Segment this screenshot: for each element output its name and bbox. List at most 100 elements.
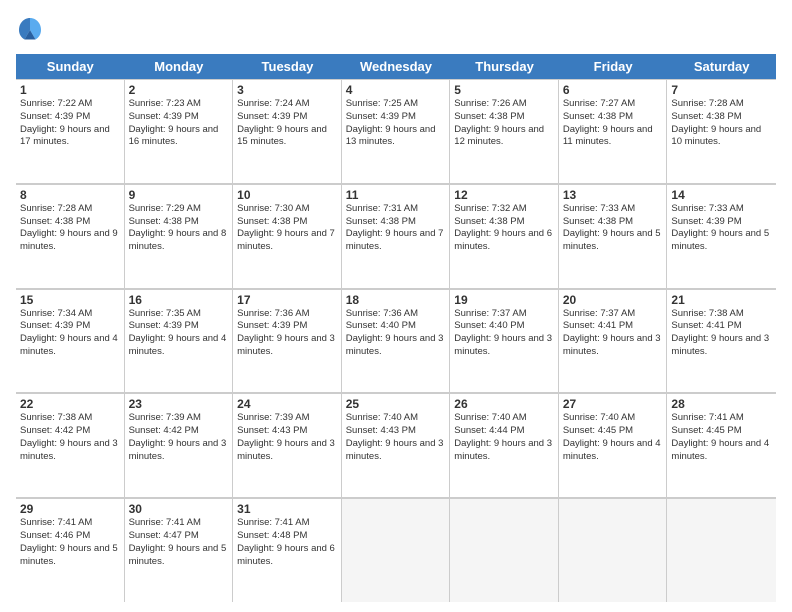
day-number: 9 (129, 188, 229, 202)
calendar-week-row: 22 Sunrise: 7:38 AM Sunset: 4:42 PM Dayl… (16, 393, 776, 498)
calendar-body: 1 Sunrise: 7:22 AM Sunset: 4:39 PM Dayli… (16, 79, 776, 602)
calendar-cell: 9 Sunrise: 7:29 AM Sunset: 4:38 PM Dayli… (125, 184, 234, 288)
sunrise-text: Sunrise: 7:33 AM (671, 203, 772, 216)
sunrise-text: Sunrise: 7:39 AM (237, 412, 337, 425)
day-number: 10 (237, 188, 337, 202)
daylight-text: Daylight: 9 hours and 15 minutes. (237, 124, 337, 150)
day-number: 11 (346, 188, 446, 202)
sunset-text: Sunset: 4:39 PM (20, 111, 120, 124)
day-number: 26 (454, 397, 554, 411)
calendar-cell: 14 Sunrise: 7:33 AM Sunset: 4:39 PM Dayl… (667, 184, 776, 288)
calendar-cell: 4 Sunrise: 7:25 AM Sunset: 4:39 PM Dayli… (342, 79, 451, 183)
sunrise-text: Sunrise: 7:41 AM (129, 517, 229, 530)
calendar-cell: 11 Sunrise: 7:31 AM Sunset: 4:38 PM Dayl… (342, 184, 451, 288)
day-number: 25 (346, 397, 446, 411)
day-number: 15 (20, 293, 120, 307)
sunrise-text: Sunrise: 7:39 AM (129, 412, 229, 425)
day-number: 8 (20, 188, 120, 202)
logo (16, 16, 48, 44)
calendar-cell: 1 Sunrise: 7:22 AM Sunset: 4:39 PM Dayli… (16, 79, 125, 183)
calendar-cell: 23 Sunrise: 7:39 AM Sunset: 4:42 PM Dayl… (125, 393, 234, 497)
calendar-cell: 29 Sunrise: 7:41 AM Sunset: 4:46 PM Dayl… (16, 498, 125, 602)
sunset-text: Sunset: 4:42 PM (20, 425, 120, 438)
calendar-cell: 10 Sunrise: 7:30 AM Sunset: 4:38 PM Dayl… (233, 184, 342, 288)
sunrise-text: Sunrise: 7:40 AM (346, 412, 446, 425)
daylight-text: Daylight: 9 hours and 4 minutes. (20, 333, 120, 359)
sunrise-text: Sunrise: 7:41 AM (237, 517, 337, 530)
day-number: 6 (563, 83, 663, 97)
sunset-text: Sunset: 4:42 PM (129, 425, 229, 438)
day-number: 1 (20, 83, 120, 97)
calendar-cell: 22 Sunrise: 7:38 AM Sunset: 4:42 PM Dayl… (16, 393, 125, 497)
calendar-cell: 7 Sunrise: 7:28 AM Sunset: 4:38 PM Dayli… (667, 79, 776, 183)
sunrise-text: Sunrise: 7:40 AM (563, 412, 663, 425)
daylight-text: Daylight: 9 hours and 3 minutes. (454, 333, 554, 359)
calendar-cell (450, 498, 559, 602)
day-number: 7 (671, 83, 772, 97)
daylight-text: Daylight: 9 hours and 3 minutes. (129, 438, 229, 464)
sunset-text: Sunset: 4:48 PM (237, 530, 337, 543)
calendar-cell (342, 498, 451, 602)
day-number: 30 (129, 502, 229, 516)
day-number: 18 (346, 293, 446, 307)
calendar-cell: 2 Sunrise: 7:23 AM Sunset: 4:39 PM Dayli… (125, 79, 234, 183)
day-number: 16 (129, 293, 229, 307)
daylight-text: Daylight: 9 hours and 7 minutes. (346, 228, 446, 254)
daylight-text: Daylight: 9 hours and 5 minutes. (20, 543, 120, 569)
calendar-header-cell: Wednesday (342, 54, 451, 79)
sunrise-text: Sunrise: 7:36 AM (346, 308, 446, 321)
calendar-cell: 21 Sunrise: 7:38 AM Sunset: 4:41 PM Dayl… (667, 289, 776, 393)
sunset-text: Sunset: 4:38 PM (129, 216, 229, 229)
sunset-text: Sunset: 4:41 PM (671, 320, 772, 333)
sunrise-text: Sunrise: 7:22 AM (20, 98, 120, 111)
day-number: 31 (237, 502, 337, 516)
calendar-cell: 8 Sunrise: 7:28 AM Sunset: 4:38 PM Dayli… (16, 184, 125, 288)
calendar-header-row: SundayMondayTuesdayWednesdayThursdayFrid… (16, 54, 776, 79)
sunset-text: Sunset: 4:41 PM (563, 320, 663, 333)
day-number: 14 (671, 188, 772, 202)
calendar-cell: 24 Sunrise: 7:39 AM Sunset: 4:43 PM Dayl… (233, 393, 342, 497)
day-number: 27 (563, 397, 663, 411)
sunset-text: Sunset: 4:39 PM (129, 320, 229, 333)
daylight-text: Daylight: 9 hours and 3 minutes. (237, 333, 337, 359)
sunrise-text: Sunrise: 7:26 AM (454, 98, 554, 111)
sunset-text: Sunset: 4:39 PM (20, 320, 120, 333)
calendar-cell: 18 Sunrise: 7:36 AM Sunset: 4:40 PM Dayl… (342, 289, 451, 393)
calendar-cell: 28 Sunrise: 7:41 AM Sunset: 4:45 PM Dayl… (667, 393, 776, 497)
sunset-text: Sunset: 4:43 PM (237, 425, 337, 438)
sunset-text: Sunset: 4:40 PM (346, 320, 446, 333)
sunset-text: Sunset: 4:39 PM (237, 111, 337, 124)
daylight-text: Daylight: 9 hours and 4 minutes. (563, 438, 663, 464)
calendar-header-cell: Monday (125, 54, 234, 79)
sunrise-text: Sunrise: 7:30 AM (237, 203, 337, 216)
sunset-text: Sunset: 4:39 PM (671, 216, 772, 229)
calendar-week-row: 15 Sunrise: 7:34 AM Sunset: 4:39 PM Dayl… (16, 289, 776, 394)
daylight-text: Daylight: 9 hours and 17 minutes. (20, 124, 120, 150)
sunrise-text: Sunrise: 7:23 AM (129, 98, 229, 111)
sunset-text: Sunset: 4:45 PM (671, 425, 772, 438)
daylight-text: Daylight: 9 hours and 3 minutes. (346, 438, 446, 464)
calendar-cell: 17 Sunrise: 7:36 AM Sunset: 4:39 PM Dayl… (233, 289, 342, 393)
calendar-header-cell: Thursday (450, 54, 559, 79)
daylight-text: Daylight: 9 hours and 12 minutes. (454, 124, 554, 150)
calendar-cell: 20 Sunrise: 7:37 AM Sunset: 4:41 PM Dayl… (559, 289, 668, 393)
logo-icon (16, 16, 44, 44)
calendar-cell: 30 Sunrise: 7:41 AM Sunset: 4:47 PM Dayl… (125, 498, 234, 602)
calendar: SundayMondayTuesdayWednesdayThursdayFrid… (16, 54, 776, 602)
sunset-text: Sunset: 4:44 PM (454, 425, 554, 438)
sunrise-text: Sunrise: 7:38 AM (20, 412, 120, 425)
sunrise-text: Sunrise: 7:33 AM (563, 203, 663, 216)
daylight-text: Daylight: 9 hours and 3 minutes. (237, 438, 337, 464)
day-number: 2 (129, 83, 229, 97)
daylight-text: Daylight: 9 hours and 3 minutes. (346, 333, 446, 359)
daylight-text: Daylight: 9 hours and 3 minutes. (20, 438, 120, 464)
sunrise-text: Sunrise: 7:25 AM (346, 98, 446, 111)
daylight-text: Daylight: 9 hours and 7 minutes. (237, 228, 337, 254)
calendar-cell: 26 Sunrise: 7:40 AM Sunset: 4:44 PM Dayl… (450, 393, 559, 497)
calendar-cell: 13 Sunrise: 7:33 AM Sunset: 4:38 PM Dayl… (559, 184, 668, 288)
calendar-cell (559, 498, 668, 602)
day-number: 19 (454, 293, 554, 307)
day-number: 17 (237, 293, 337, 307)
sunrise-text: Sunrise: 7:27 AM (563, 98, 663, 111)
daylight-text: Daylight: 9 hours and 5 minutes. (671, 228, 772, 254)
